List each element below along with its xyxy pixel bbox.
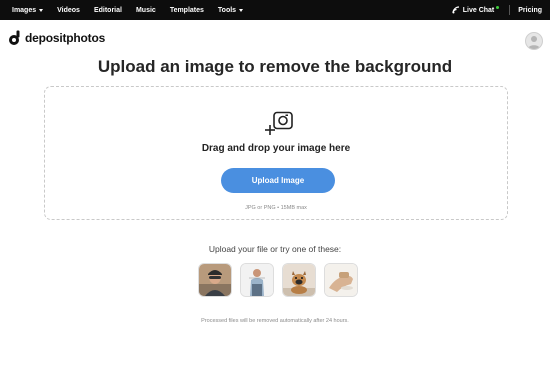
add-image-icon [265,111,293,135]
live-chat-link[interactable]: Live Chat [452,6,500,14]
sample-image-cyclist[interactable] [198,263,232,297]
nav-images[interactable]: Images [12,7,44,14]
drag-drop-text: Drag and drop your image here [201,143,351,154]
logo-mark-icon [9,30,20,45]
pricing-link[interactable]: Pricing [518,7,542,14]
page-title: Upload an image to remove the background [97,57,453,76]
sample-image-man[interactable] [240,263,274,297]
dog-photo [283,264,315,296]
sample-image-hand[interactable] [324,263,358,297]
retention-note: Processed files will be removed automati… [201,318,349,324]
sample-images [198,263,366,297]
nav-videos[interactable]: Videos [57,7,80,14]
upload-image-button[interactable]: Upload Image [221,168,335,193]
brand-name: depositphotos [25,31,106,45]
main-nav: Images Videos Editorial Music Templates … [12,0,257,20]
online-status-dot [496,6,500,9]
chevron-down-icon [239,8,244,12]
upload-dropzone[interactable]: Drag and drop your image here Upload Ima… [44,86,508,220]
user-icon [528,36,540,49]
nav-templates[interactable]: Templates [170,7,204,14]
nav-editorial[interactable]: Editorial [94,7,122,14]
hand-photo [325,264,357,296]
chevron-down-icon [39,8,44,12]
cyclist-photo [199,264,231,296]
depositphotos-logo[interactable]: depositphotos [8,29,105,47]
divider [509,5,511,15]
top-navigation-bar: Images Videos Editorial Music Templates … [0,0,550,20]
nav-music[interactable]: Music [136,7,156,14]
sample-image-dog[interactable] [282,263,316,297]
user-avatar[interactable] [525,32,543,50]
samples-label: Upload your file or try one of these: [208,244,342,254]
man-photo [241,264,273,296]
topbar-right: Live Chat Pricing [452,0,542,20]
file-requirements: JPG or PNG • 15MB max [245,205,307,211]
live-chat-icon [452,6,459,14]
nav-tools[interactable]: Tools [218,7,244,14]
